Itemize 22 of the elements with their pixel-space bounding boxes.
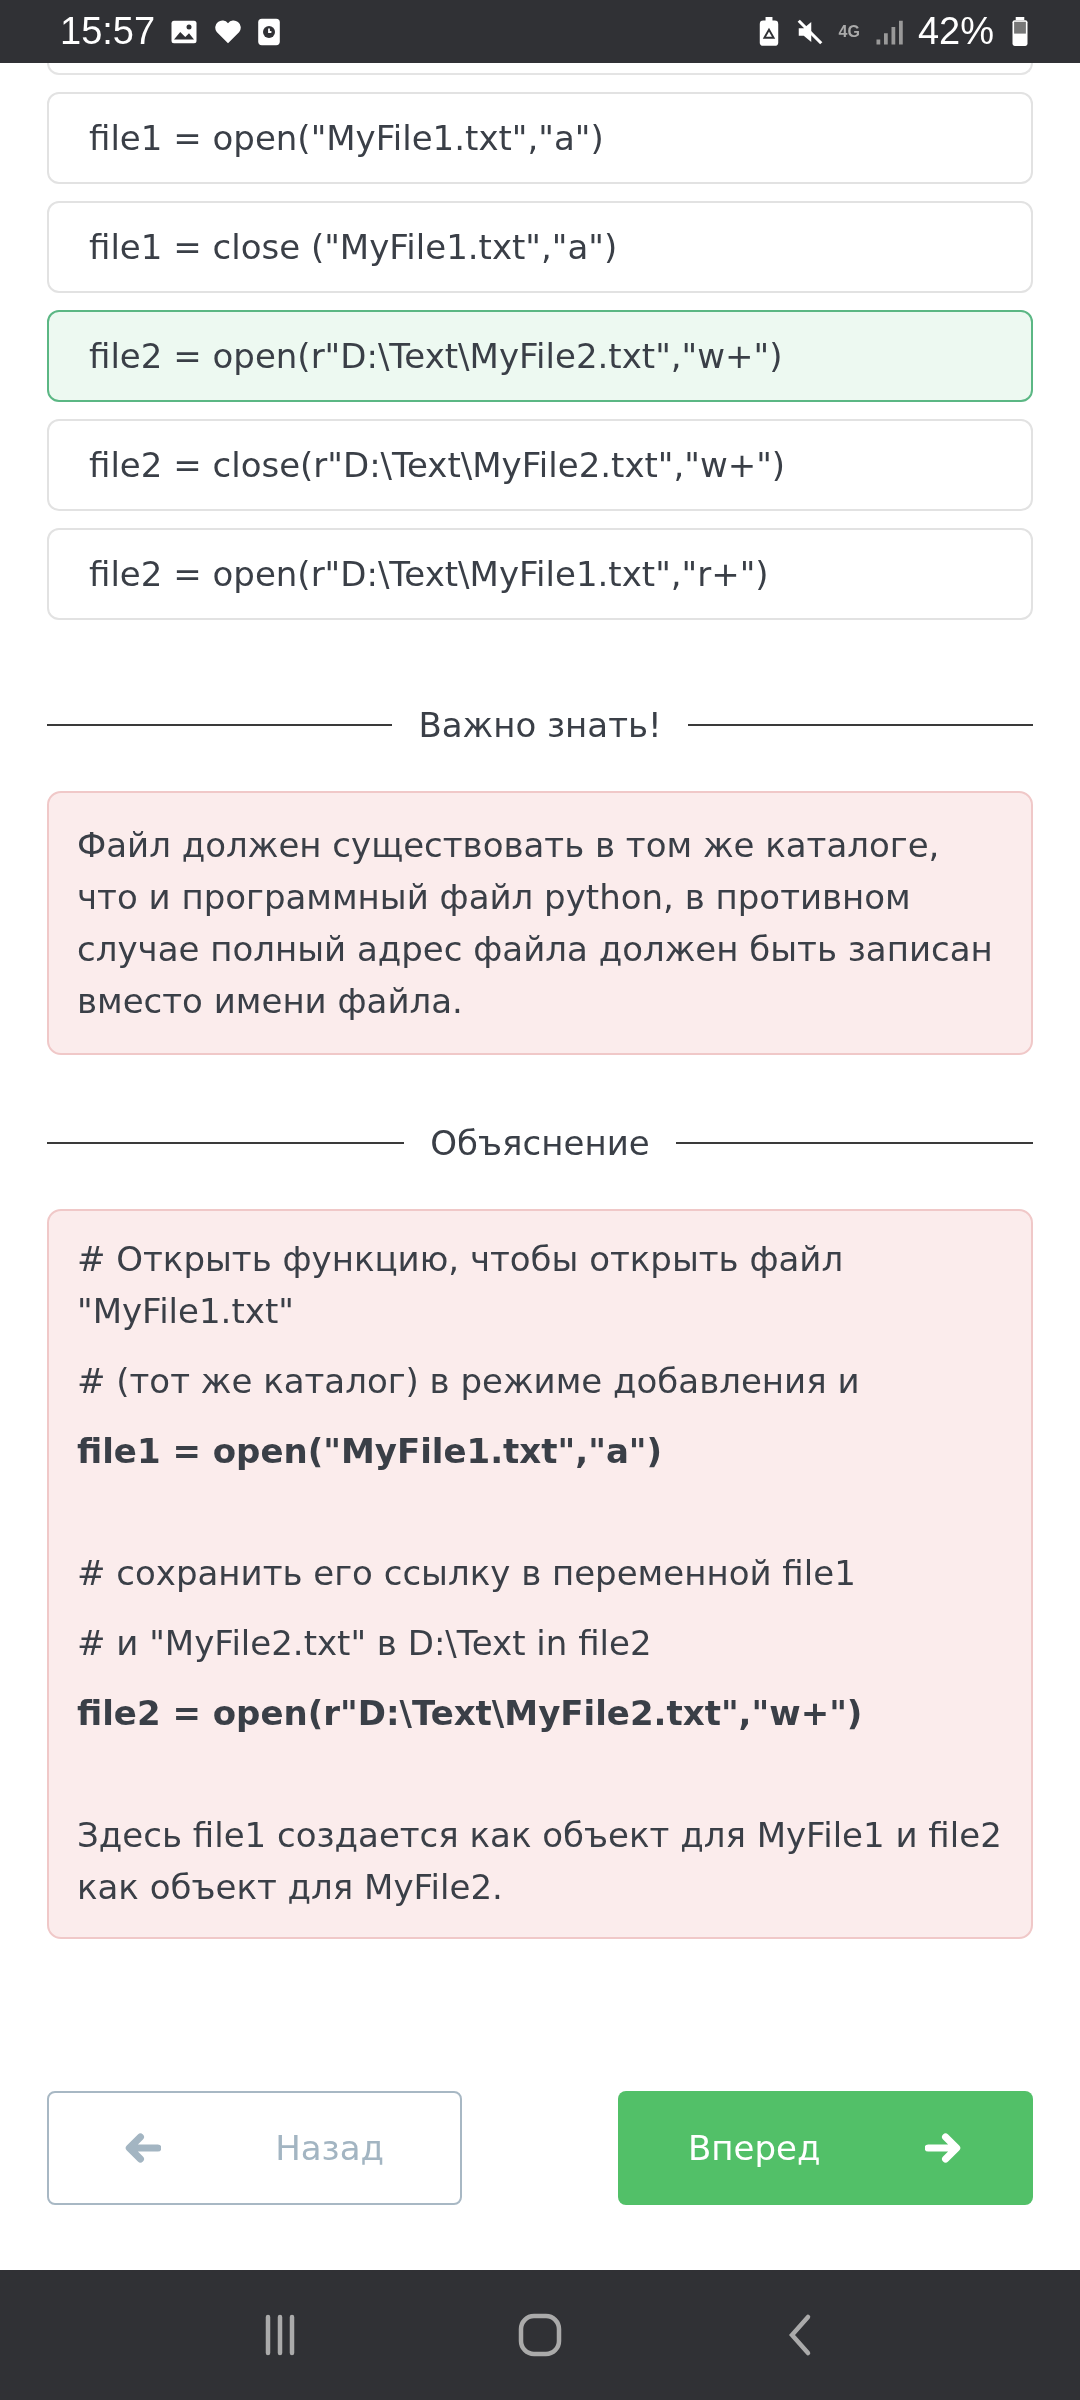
answer-option[interactable]: file2 = open(r"D:\Text\MyFile1.txt","r+") <box>47 528 1033 620</box>
answer-option[interactable]: file2 = close(r"D:\Text\MyFile2.txt","w+") <box>47 419 1033 511</box>
answer-option[interactable]: file1 = open("MyFile1.txt","a") <box>47 92 1033 184</box>
code-line: file1 = open("MyFile1.txt","a") <box>77 1430 664 1473</box>
explanation-text: # и "MyFile2.txt" в D:\Text in file2 <box>77 1622 653 1665</box>
clock-time: 15:57 <box>60 10 156 53</box>
answer-option[interactable]: file2 = open(r"D:\Text\MyFile2.txt","w+") <box>47 310 1033 402</box>
explanation-text: # (тот же каталог) в режиме добавления и <box>77 1360 861 1403</box>
right-arrow-icon <box>925 2132 963 2164</box>
clock-icon <box>257 16 282 47</box>
answer-option[interactable]: file1 = close ("MyFile1.txt","a") <box>47 201 1033 293</box>
code-line: file2 = open(r"D:\Text\MyFile2.txt","w+") <box>77 1692 864 1735</box>
explanation-text: # сохранить его ссылку в переменной file1 <box>77 1552 857 1595</box>
explanation-text: Здесь file1 создается как объект для MyFile1 и file2 как объект для MyFile2. <box>77 1814 1003 1909</box>
home-icon[interactable] <box>518 2313 562 2357</box>
explanation-text: # Открыть функцию, чтобы открыть файл "MyFile1.txt" <box>77 1238 845 1333</box>
info-box: Файл должен существовать в том же каталоге, что и программный файл python, в противном случае полный адрес файла должен быть записан вместо имени файла. <box>47 791 1033 1055</box>
section-title: Объяснение <box>430 1123 650 1163</box>
network-label: 4G <box>838 22 860 41</box>
left-arrow-icon <box>123 2132 161 2164</box>
section-title: Важно знать! <box>418 705 662 745</box>
battery-percent: 42% <box>917 10 994 53</box>
